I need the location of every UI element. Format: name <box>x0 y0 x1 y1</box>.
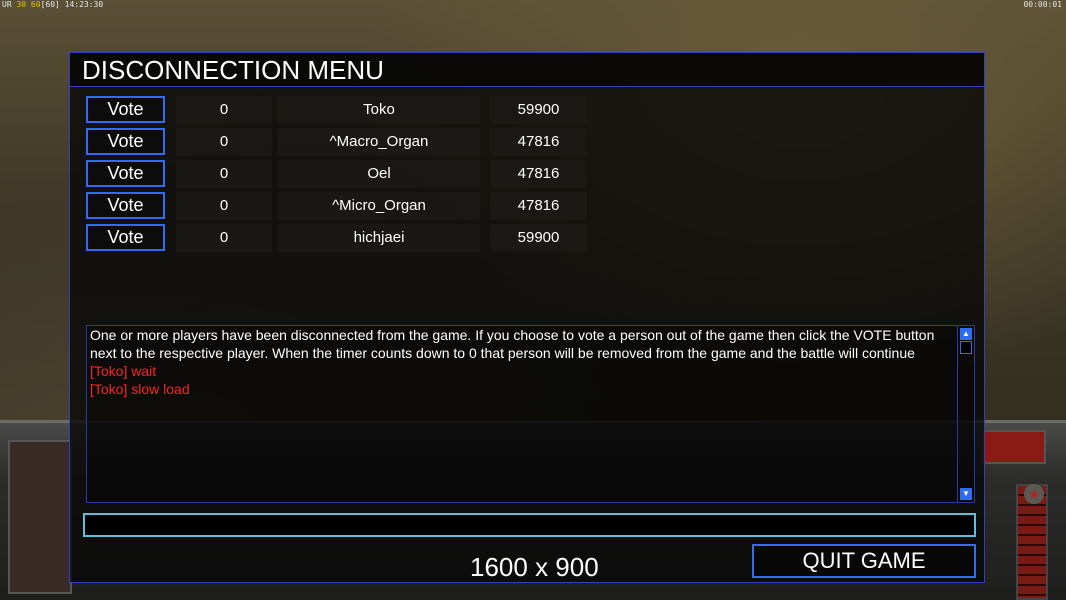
scroll-down-icon[interactable]: ▼ <box>960 488 972 500</box>
chat-log: One or more players have been disconnect… <box>86 325 975 503</box>
disconnection-dialog: DISCONNECTION MENU Vote 0 Toko 59900 Vot… <box>69 52 985 583</box>
vote-button[interactable]: Vote <box>86 224 165 251</box>
quit-game-button[interactable]: QUIT GAME <box>752 544 976 578</box>
scroll-thumb[interactable] <box>960 341 972 354</box>
vote-button[interactable]: Vote <box>86 128 165 155</box>
player-name: Oel <box>278 160 480 188</box>
vote-button[interactable]: Vote <box>86 160 165 187</box>
dialog-title: DISCONNECTION MENU <box>82 55 384 85</box>
player-name: ^Micro_Organ <box>278 192 480 220</box>
hud-right-panel <box>982 430 1046 464</box>
player-name: Toko <box>278 96 480 124</box>
player-value: 59900 <box>490 224 587 252</box>
chat-input[interactable] <box>83 513 976 537</box>
player-value: 47816 <box>490 192 587 220</box>
game-timer: 00:00:01 <box>1023 0 1062 9</box>
fps-values: 30 60 <box>16 0 41 9</box>
player-value: 59900 <box>490 96 587 124</box>
player-name: hichjaei <box>278 224 480 252</box>
fps-readout: UR 30 60[60] 14:23:30 <box>2 0 103 9</box>
clock-time: 14:23:30 <box>64 0 104 9</box>
player-value: 47816 <box>490 160 587 188</box>
chat-info-message: One or more players have been disconnect… <box>90 327 935 361</box>
player-name: ^Macro_Organ <box>278 128 480 156</box>
vote-button[interactable]: Vote <box>86 96 165 123</box>
fps-prefix: UR <box>2 0 12 9</box>
vote-count: 0 <box>176 192 272 220</box>
vote-count: 0 <box>176 160 272 188</box>
vote-count: 0 <box>176 96 272 124</box>
fps-bracket: [60] <box>40 0 60 9</box>
vote-count: 0 <box>176 224 272 252</box>
title-bar: DISCONNECTION MENU <box>70 53 984 87</box>
scroll-up-icon[interactable]: ▲ <box>960 328 972 340</box>
vote-button[interactable]: Vote <box>86 192 165 219</box>
resolution-label: 1600 x 900 <box>470 552 599 582</box>
vote-count: 0 <box>176 128 272 156</box>
chat-message: [Toko] wait <box>90 363 157 379</box>
chat-text: One or more players have been disconnect… <box>90 326 956 398</box>
chat-message: [Toko] slow load <box>90 381 190 397</box>
chat-scrollbar[interactable]: ▲ ▼ <box>957 326 974 502</box>
rank-star-icon: ★ <box>1024 484 1044 504</box>
player-value: 47816 <box>490 128 587 156</box>
hud-left-panel <box>8 440 72 594</box>
